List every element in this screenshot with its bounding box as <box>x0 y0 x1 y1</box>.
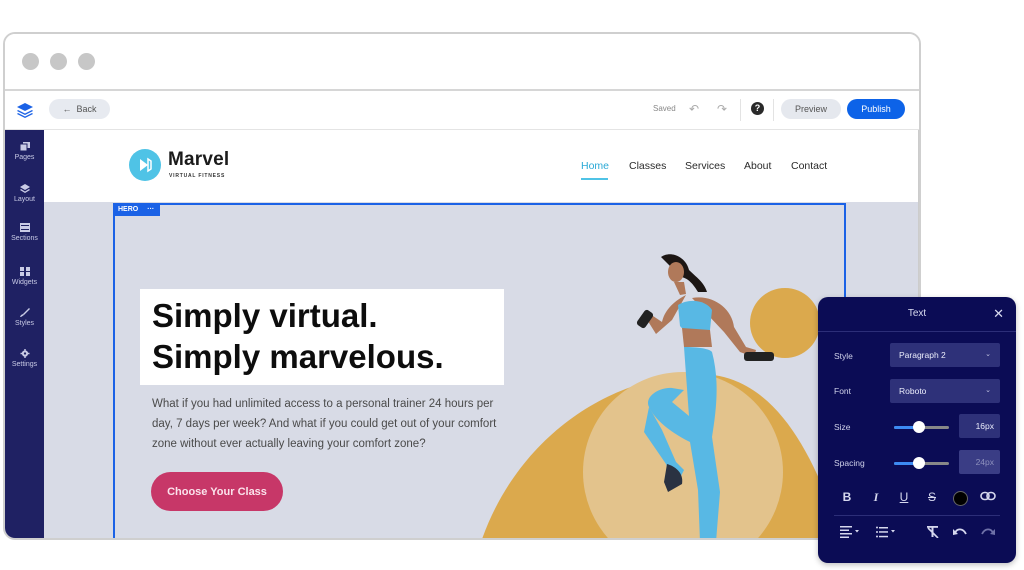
choose-class-button[interactable]: Choose Your Class <box>151 472 283 511</box>
undo-icon[interactable]: ↶ <box>687 102 701 116</box>
sidebar-item-label: Pages <box>14 154 35 161</box>
redo-icon[interactable]: ↷ <box>715 102 729 116</box>
toolbar-divider <box>740 99 741 121</box>
sidebar-item-layout[interactable]: Layout <box>5 184 44 203</box>
sidebar-item-styles[interactable]: Styles <box>5 308 44 327</box>
brand-tagline: VIRTUAL FITNESS <box>169 173 226 179</box>
style-label: Style <box>834 351 853 361</box>
chevron-down-icon: ⌄ <box>985 387 991 394</box>
spacing-slider[interactable] <box>894 457 949 469</box>
sidebar-item-label: Widgets <box>11 279 38 286</box>
font-label: Font <box>834 386 852 396</box>
font-select[interactable]: Roboto ⌄ <box>890 379 1000 403</box>
sidebar-item-label: Layout <box>13 196 36 203</box>
style-select[interactable]: Paragraph 2 ⌄ <box>890 343 1000 367</box>
nav-home[interactable]: Home <box>581 160 609 172</box>
layers-icon[interactable] <box>15 100 35 120</box>
italic-button[interactable]: I <box>867 490 885 505</box>
text-settings-panel: Text ✕ Style Paragraph 2 ⌄ Font Roboto ⌄… <box>818 297 1016 563</box>
font-value: Roboto <box>899 386 927 396</box>
save-status: Saved <box>653 104 676 113</box>
bold-button[interactable]: B <box>838 490 856 504</box>
back-label: Back <box>76 104 97 114</box>
minimize-window-dot[interactable] <box>50 53 67 70</box>
close-window-dot[interactable] <box>22 53 39 70</box>
sections-icon <box>19 223 30 232</box>
sidebar-item-pages[interactable]: Pages <box>5 142 44 161</box>
format-divider <box>834 515 1000 516</box>
window-titlebar <box>5 34 919 91</box>
help-icon[interactable]: ? <box>751 102 764 115</box>
hero-headline: Simply virtual. Simply marvelous. <box>152 295 444 377</box>
clear-format-icon[interactable] <box>924 526 942 541</box>
preview-button[interactable]: Preview <box>781 99 841 119</box>
sidebar-item-widgets[interactable]: Widgets <box>5 267 44 286</box>
nav-contact[interactable]: Contact <box>791 160 827 172</box>
size-input[interactable]: 16px <box>959 414 1000 438</box>
brush-icon <box>19 308 30 317</box>
panel-title: Text <box>907 308 927 319</box>
play-icon <box>140 157 152 173</box>
panel-divider <box>818 331 1016 332</box>
style-value: Paragraph 2 <box>899 350 946 360</box>
spacing-label: Spacing <box>834 458 865 468</box>
brand-logo[interactable] <box>129 149 161 181</box>
link-icon[interactable] <box>979 490 997 504</box>
hero-headline-box[interactable]: Simply virtual. Simply marvelous. <box>140 289 504 385</box>
hero-tag-label: HERO <box>118 206 139 213</box>
chevron-down-icon: ⌄ <box>985 351 991 358</box>
publish-button[interactable]: Publish <box>847 99 905 119</box>
spacing-slider-knob[interactable] <box>912 457 925 469</box>
spacing-input[interactable]: 24px <box>959 450 1000 474</box>
strikethrough-button[interactable]: S <box>923 490 941 504</box>
sidebar-item-label: Settings <box>11 361 38 368</box>
close-icon[interactable]: ✕ <box>993 306 1004 322</box>
headline-line-2: Simply marvelous. <box>152 338 444 375</box>
redo-icon[interactable] <box>979 526 997 541</box>
sidebar-item-label: Styles <box>14 320 35 327</box>
brand-name: Marvel <box>168 149 230 170</box>
gear-icon <box>20 349 29 358</box>
nav-classes[interactable]: Classes <box>629 160 666 172</box>
text-color-swatch[interactable] <box>953 491 968 506</box>
browser-window: ← Back Saved ↶ ↷ ? Preview Publish Pages… <box>3 32 921 540</box>
pages-icon <box>19 142 30 151</box>
editor-canvas: Marvel VIRTUAL FITNESS Home Classes Serv… <box>44 130 919 538</box>
sidebar-item-sections[interactable]: Sections <box>5 223 44 242</box>
editor-toolbar: ← Back Saved ↶ ↷ ? Preview Publish <box>5 91 919 130</box>
nav-active-indicator <box>581 178 608 180</box>
more-options-icon[interactable]: ··· <box>147 206 154 213</box>
size-slider[interactable] <box>894 421 949 433</box>
editor-sidebar: Pages Layout Sections Widgets Styles Set… <box>5 130 44 538</box>
nav-about[interactable]: About <box>744 160 771 172</box>
size-slider-knob[interactable] <box>912 421 925 433</box>
undo-icon[interactable] <box>951 526 969 541</box>
site-header: Marvel VIRTUAL FITNESS Home Classes Serv… <box>44 130 919 202</box>
list-icon[interactable] <box>876 526 898 541</box>
widgets-icon <box>19 267 30 276</box>
underline-button[interactable]: U <box>895 490 913 504</box>
hero-body-text[interactable]: What if you had unlimited access to a pe… <box>152 394 504 454</box>
align-left-icon[interactable] <box>840 526 862 541</box>
hero-section-tag[interactable]: HERO ··· <box>113 203 160 216</box>
arrow-left-icon: ← <box>62 104 72 114</box>
sidebar-item-label: Sections <box>11 235 38 242</box>
back-button[interactable]: ← Back <box>49 99 110 119</box>
headline-line-1: Simply virtual. <box>152 297 378 334</box>
layers-icon <box>19 184 30 193</box>
nav-services[interactable]: Services <box>685 160 725 172</box>
maximize-window-dot[interactable] <box>78 53 95 70</box>
toolbar-divider <box>773 99 774 121</box>
sidebar-item-settings[interactable]: Settings <box>5 349 44 368</box>
size-label: Size <box>834 422 851 432</box>
